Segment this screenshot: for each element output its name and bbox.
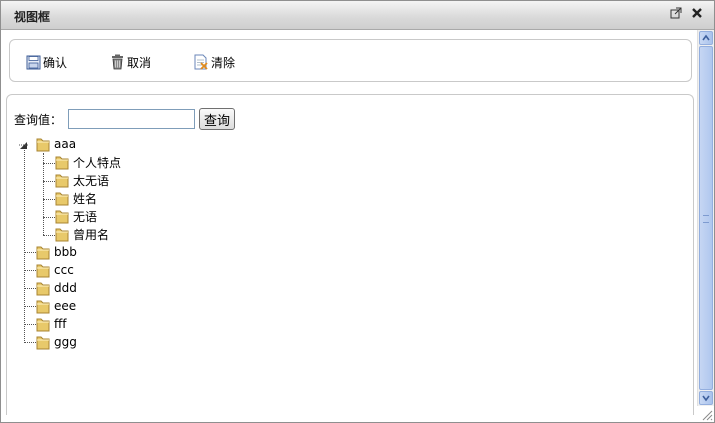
- tree-node-bbb[interactable]: bbb: [35, 244, 77, 260]
- clear-icon: [194, 54, 208, 70]
- clear-button[interactable]: 清除: [193, 53, 235, 71]
- search-button[interactable]: 查询: [199, 108, 236, 130]
- tree-node-child[interactable]: 个人特点: [54, 154, 121, 170]
- tree-node-ccc[interactable]: ccc: [35, 262, 74, 278]
- tree-node-label: bbb: [54, 245, 77, 259]
- tree-node-label: 个人特点: [73, 155, 122, 170]
- popout-icon[interactable]: [670, 7, 684, 21]
- grip-icon: [703, 215, 709, 223]
- tree-node-child[interactable]: 无语: [54, 208, 97, 224]
- tree-node-label: 无语: [73, 209, 98, 224]
- folder-icon: [36, 138, 50, 151]
- tree-node-ddd[interactable]: ddd: [35, 280, 77, 296]
- close-icon[interactable]: [691, 7, 705, 21]
- folder-icon: [36, 318, 50, 331]
- folder-icon: [36, 282, 50, 295]
- tree-node-child[interactable]: 太无语: [54, 172, 109, 188]
- tree-node-label: 太无语: [73, 173, 110, 188]
- vertical-scrollbar[interactable]: [697, 30, 714, 406]
- query-panel: 查询值： 查询 aaa 个人特点 太无语 姓名 无语 曾用名 bbb ccc d…: [6, 94, 694, 415]
- collapse-toggle-icon[interactable]: [19, 140, 29, 154]
- tree-node-eee[interactable]: eee: [35, 298, 76, 314]
- tree-line: [24, 147, 25, 343]
- folder-icon: [55, 228, 69, 241]
- cancel-button[interactable]: 取消: [110, 53, 151, 71]
- confirm-button[interactable]: 确认: [26, 53, 67, 71]
- window-title: 视图框: [14, 10, 51, 24]
- tree-node-label: 曾用名: [73, 227, 110, 242]
- folder-icon: [55, 192, 69, 205]
- folder-icon: [55, 174, 69, 187]
- folder-icon: [36, 246, 50, 259]
- clear-label: 清除: [211, 55, 236, 70]
- trash-icon: [112, 54, 123, 70]
- folder-icon: [36, 264, 50, 277]
- scrollbar-thumb[interactable]: [699, 46, 713, 390]
- tree-node-label: fff: [54, 317, 67, 331]
- folder-icon: [36, 300, 50, 313]
- search-label: 查询值：: [14, 112, 63, 127]
- toolbar: 确认 取消 清除: [9, 39, 692, 82]
- scroll-up-icon[interactable]: [699, 31, 713, 45]
- confirm-label: 确认: [43, 55, 68, 70]
- tree-node-label: ggg: [54, 335, 77, 349]
- folder-icon: [55, 210, 69, 223]
- tree-node-label: ccc: [54, 263, 74, 277]
- scroll-down-icon[interactable]: [699, 391, 713, 405]
- search-input[interactable]: [68, 109, 196, 129]
- cancel-label: 取消: [127, 55, 152, 70]
- dialog-window: 视图框 确认 取消 清除 查询值： 查询 aaa 个人特点 太无语 姓名 无语 …: [0, 0, 715, 423]
- resize-grip-icon[interactable]: [700, 408, 713, 421]
- tree-node-label: 姓名: [73, 191, 98, 206]
- tree-node-label: ddd: [54, 281, 77, 295]
- folder-icon: [36, 336, 50, 349]
- tree-line: [43, 153, 44, 235]
- folder-icon: [55, 156, 69, 169]
- tree-node-aaa[interactable]: aaa: [35, 136, 76, 152]
- save-icon: [26, 55, 41, 69]
- tree-node-ggg[interactable]: ggg: [35, 334, 77, 350]
- tree-node-fff[interactable]: fff: [35, 316, 67, 332]
- search-row: 查询值： 查询: [14, 107, 236, 131]
- tree-node-label: eee: [54, 299, 77, 313]
- dialog-content: 确认 取消 清除 查询值： 查询 aaa 个人特点 太无语 姓名 无语 曾用名 …: [1, 30, 696, 415]
- tree-node-child[interactable]: 姓名: [54, 190, 97, 206]
- tree-node-child[interactable]: 曾用名: [54, 226, 109, 242]
- title-bar[interactable]: 视图框: [1, 1, 714, 30]
- tree-node-label: aaa: [54, 137, 77, 151]
